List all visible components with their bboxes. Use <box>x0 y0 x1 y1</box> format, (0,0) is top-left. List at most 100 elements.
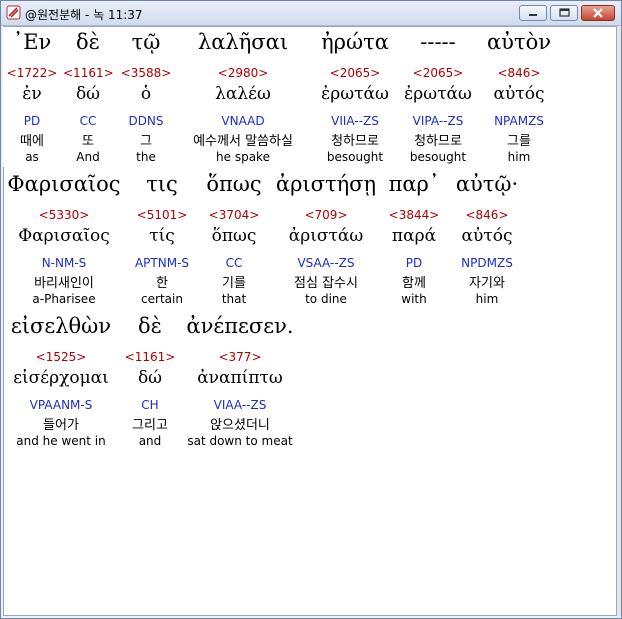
lexical-form: παρά <box>391 226 437 246</box>
korean-gloss: 함께 <box>402 276 426 291</box>
strong-number[interactable]: <1525> <box>5 350 117 364</box>
english-gloss: he spake <box>216 150 270 164</box>
title-bar[interactable]: @원전분해 - 녹 11:37 <box>1 1 621 26</box>
lexical-form: δώ <box>75 84 101 104</box>
english-gloss: certain <box>141 292 183 306</box>
lexical-form: αὐτός <box>461 226 513 246</box>
lexical-form: τίς <box>149 226 175 246</box>
strong-number[interactable]: <1161> <box>63 66 114 80</box>
window-title: @원전분해 - 녹 11:37 <box>25 8 143 22</box>
lexical-form: εἰσέρχομαι <box>13 368 109 388</box>
greek-word: δὲ <box>138 314 162 338</box>
korean-gloss: 한 <box>156 276 168 291</box>
english-gloss: and <box>138 434 162 448</box>
strong-number[interactable]: <2065> <box>316 66 394 80</box>
maximize-icon <box>559 8 570 17</box>
strong-number[interactable]: <709> <box>272 208 380 222</box>
parsing-code: VPAANM-S <box>29 398 93 412</box>
greek-word: παρ᾿ <box>388 172 440 196</box>
strong-number[interactable]: <5330> <box>5 208 123 222</box>
minimize-button[interactable] <box>519 5 547 21</box>
korean-gloss: 들어가 <box>43 418 79 433</box>
greek-word: ᾿Εν <box>12 30 52 54</box>
korean-gloss: 바리새인이 <box>34 276 94 291</box>
strong-number[interactable]: <2065> <box>400 66 476 80</box>
strong-number[interactable]: <846> <box>482 66 556 80</box>
strong-number[interactable]: <2980> <box>180 66 306 80</box>
greek-word: ἀνέπεσεν. <box>186 314 294 338</box>
parsing-code: VIIA--ZS <box>331 114 379 128</box>
close-icon <box>593 8 603 18</box>
lexical-form: ἀριστάω <box>288 226 364 246</box>
greek-word: ----- <box>420 30 456 54</box>
minimize-icon <box>529 14 537 16</box>
strong-number[interactable]: <1722> <box>3 66 61 80</box>
parsing-code: DDNS <box>128 114 164 128</box>
english-gloss: And <box>76 150 100 164</box>
korean-gloss: 앉으셨더니 <box>210 418 270 433</box>
korean-gloss: 때에 <box>20 134 44 149</box>
greek-word: ἀριστήσῃ <box>275 172 377 196</box>
lexical-form: ἐρωτάω <box>321 84 389 104</box>
lexical-form: ἐρωτάω <box>404 84 472 104</box>
korean-gloss: 그 <box>140 134 152 149</box>
greek-word: αὐτὸν <box>487 30 551 54</box>
greek-word: τῷ <box>131 30 161 54</box>
parsing-code: CC <box>79 114 97 128</box>
parsing-code: N-NM-S <box>41 256 87 270</box>
greek-word: τις <box>146 172 178 196</box>
korean-gloss: 자기와 <box>469 276 505 291</box>
korean-gloss: 청하므로 <box>414 134 462 149</box>
parsing-code: CH <box>141 398 159 412</box>
korean-gloss: 점심 잡수시 <box>294 276 358 291</box>
parsing-code: PD <box>405 256 423 270</box>
strong-number[interactable]: <377> <box>184 350 296 364</box>
greek-word: ἠρώτα <box>321 30 389 54</box>
lexical-form: λαλέω <box>215 84 271 104</box>
korean-gloss: 그리고 <box>132 418 168 433</box>
lexical-form: ὁ <box>140 84 152 104</box>
korean-gloss: 그를 <box>507 134 531 149</box>
strong-number[interactable]: <3844> <box>386 208 442 222</box>
english-gloss: besought <box>409 150 467 164</box>
english-gloss: with <box>401 292 427 306</box>
korean-gloss: 예수께서 말씀하실 <box>193 134 293 149</box>
strong-number[interactable]: <3588> <box>120 66 172 80</box>
greek-word: λαλῆσαι <box>197 30 289 54</box>
greek-word: αὐτῷ· <box>455 172 519 196</box>
korean-gloss: 청하므로 <box>331 134 379 149</box>
greek-word: δὲ <box>76 30 100 54</box>
english-gloss: and he went in <box>16 434 106 448</box>
lexical-form: Φαρισαῖος <box>18 226 110 246</box>
strong-number[interactable]: <1161> <box>122 350 178 364</box>
english-gloss: to dine <box>305 292 347 306</box>
english-gloss: besought <box>326 150 384 164</box>
english-gloss: that <box>221 292 247 306</box>
lexical-form: ἐν <box>22 84 42 104</box>
strong-number[interactable]: <5101> <box>130 208 194 222</box>
strong-number[interactable]: <846> <box>448 208 526 222</box>
parsing-code: NPDMZS <box>461 256 513 270</box>
greek-word: Φαρισαῖος <box>7 172 121 196</box>
english-gloss: as <box>25 150 39 164</box>
lexical-form: δώ <box>137 368 163 388</box>
english-gloss: sat down to meat <box>187 434 293 448</box>
lexical-form: ἀναπίπτω <box>197 368 283 388</box>
parsing-code: VNAAD <box>221 114 265 128</box>
lexical-form: αὐτός <box>493 84 545 104</box>
korean-gloss: 기를 <box>222 276 246 291</box>
parsing-code: VIPA--ZS <box>412 114 464 128</box>
parsing-code: VSAA--ZS <box>297 256 355 270</box>
parsing-code: CC <box>225 256 243 270</box>
parsing-code: NPAMZS <box>494 114 544 128</box>
close-button[interactable] <box>581 5 615 21</box>
maximize-button[interactable] <box>550 5 578 21</box>
vertical-scrollbar[interactable] <box>617 26 621 616</box>
english-gloss: the <box>136 150 156 164</box>
app-icon <box>6 5 21 20</box>
english-gloss: him <box>475 292 499 306</box>
greek-word: εἰσελθὼν <box>10 314 112 338</box>
korean-gloss: 또 <box>82 134 94 149</box>
english-gloss: him <box>507 150 531 164</box>
strong-number[interactable]: <3704> <box>202 208 266 222</box>
